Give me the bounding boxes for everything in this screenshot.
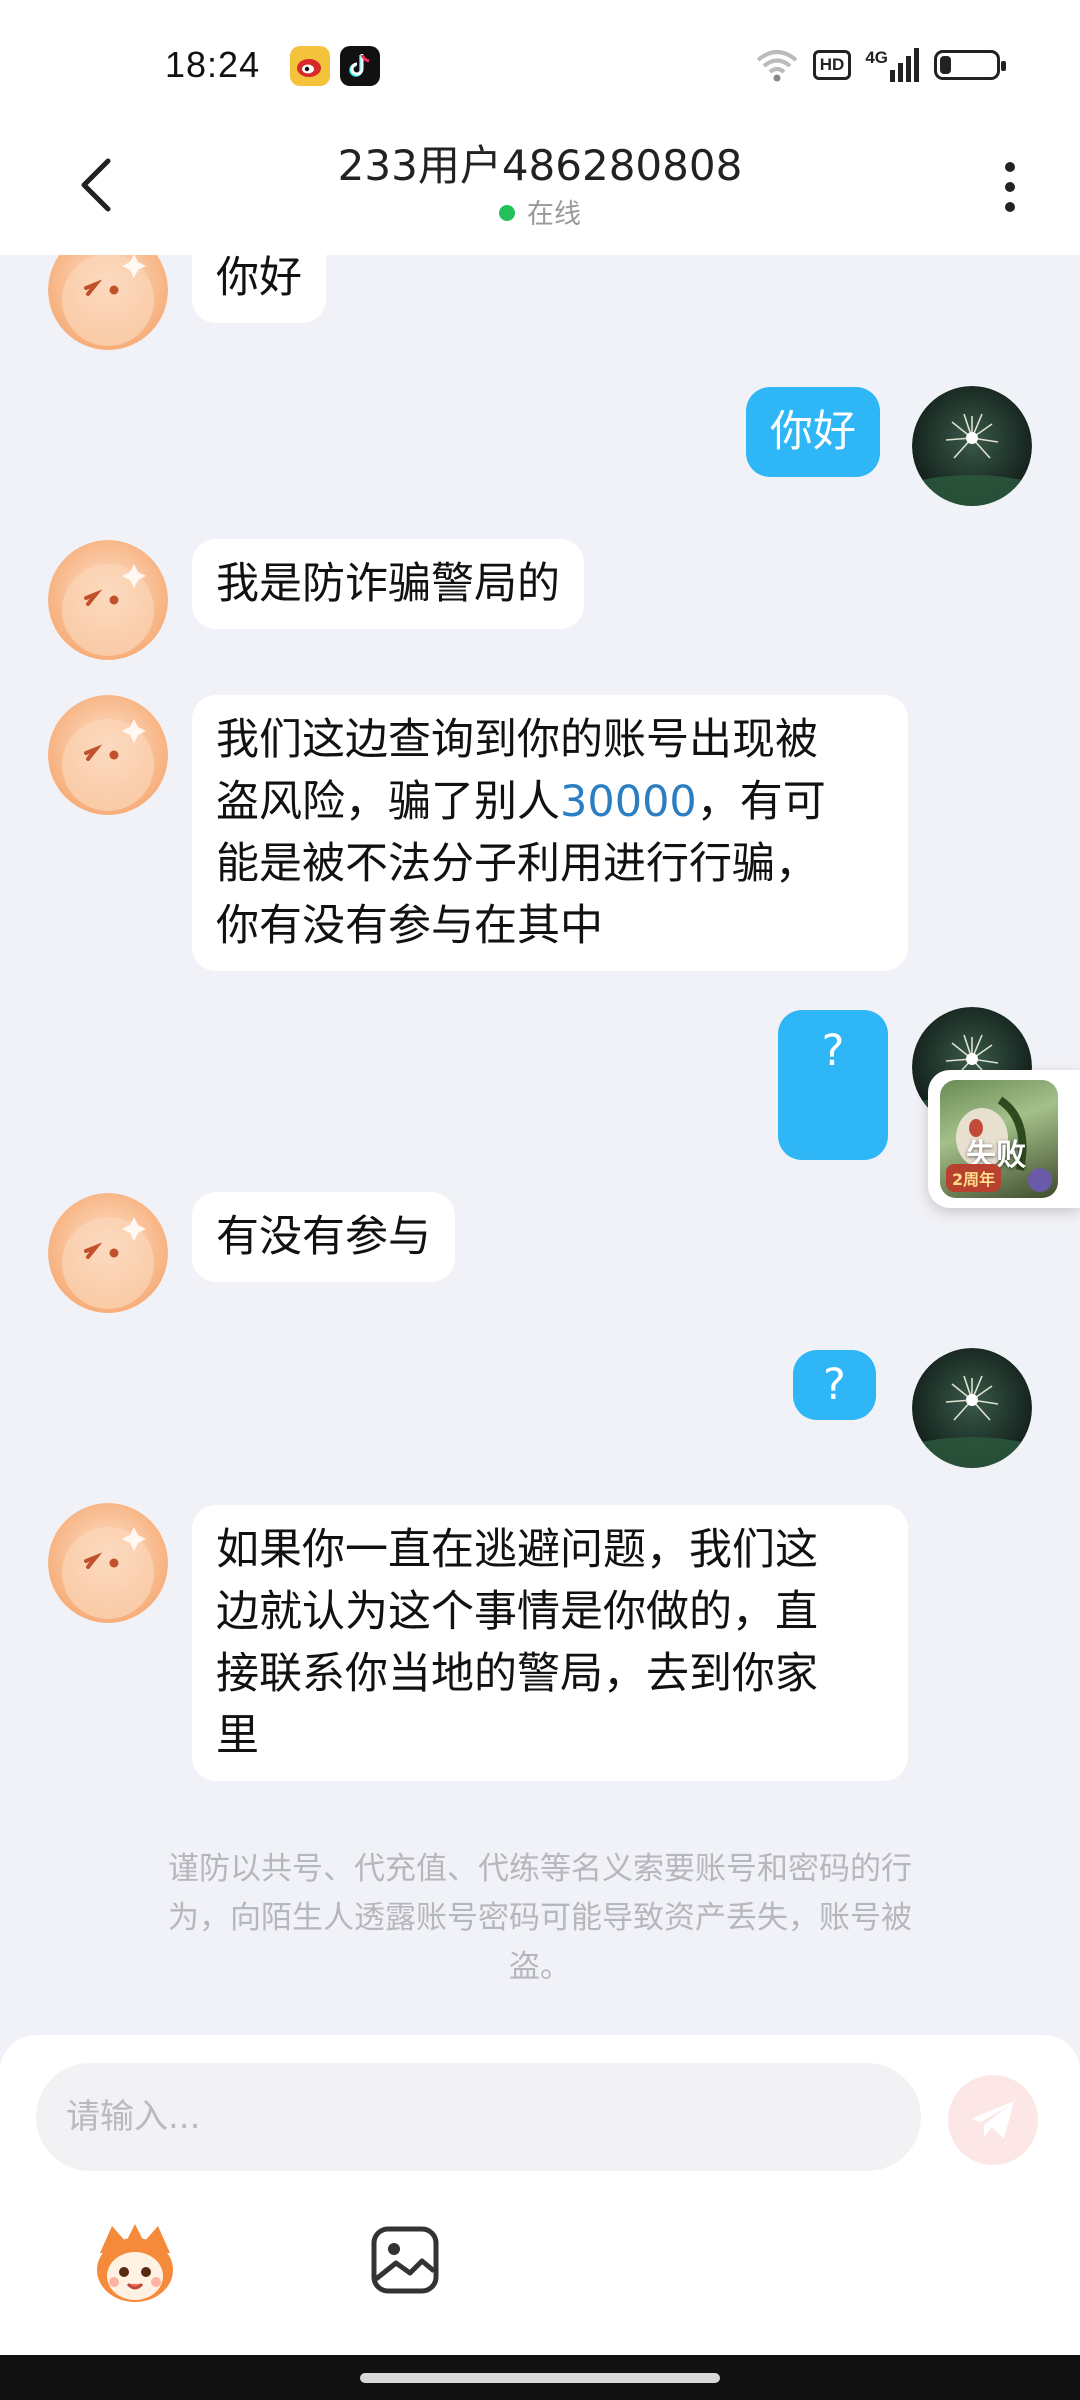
- message-text: 里: [216, 1711, 259, 1761]
- system-nav-bar: [0, 2355, 1080, 2400]
- self-avatar[interactable]: [912, 386, 1032, 506]
- weibo-icon: [290, 46, 330, 86]
- contact-avatar[interactable]: [48, 540, 168, 660]
- message-input[interactable]: [36, 2063, 921, 2171]
- home-indicator[interactable]: [360, 2373, 720, 2383]
- image-icon: [371, 2226, 439, 2294]
- notice-line: 为，向陌生人透露账号密码可能导致资产丢失，账号被: [168, 1900, 912, 1936]
- message-bubble-self: ?: [778, 1010, 888, 1160]
- message-bubble: 我是防诈骗警局的: [192, 539, 584, 629]
- notice-line: 谨防以共号、代充值、代练等名义索要账号和密码的行: [168, 1851, 912, 1887]
- dot: [1005, 162, 1015, 172]
- message-bubble: 你好: [192, 255, 326, 323]
- online-dot-icon: [499, 205, 515, 221]
- battery-icon: [934, 50, 1006, 80]
- send-button[interactable]: [948, 2075, 1038, 2165]
- status-time: 18:24: [165, 44, 261, 85]
- message-bubble-self: 你好: [746, 387, 880, 477]
- message-list[interactable]: 你好 你好 我是防诈骗警局的 我们这边查询到你的账号出现被 盗风险，骗了别人30…: [0, 255, 1080, 2035]
- message-text: 能是被不法分子利用进行行骗，: [216, 839, 818, 889]
- battery-level: [940, 56, 951, 74]
- input-panel: [0, 2035, 1080, 2355]
- network-label: 4G: [865, 48, 888, 67]
- message-bubble: 有没有参与: [192, 1192, 455, 1282]
- self-avatar[interactable]: [912, 1348, 1032, 1468]
- contact-avatar[interactable]: [48, 1503, 168, 1623]
- status-bar: 18:24 HD 4G: [0, 0, 1080, 130]
- message-bubble-self: ?: [793, 1350, 876, 1420]
- emoji-mascot-button[interactable]: [90, 2218, 180, 2308]
- dot: [1005, 182, 1015, 192]
- game-thumbnail: 失败 2周年: [940, 1080, 1058, 1198]
- anniversary-tag: 2周年: [946, 1164, 1002, 1192]
- send-icon: [971, 2101, 1014, 2139]
- online-status: 在线: [0, 192, 1080, 231]
- dot: [1005, 202, 1015, 212]
- hd-badge: HD: [812, 50, 852, 80]
- message-text: 我们这边查询到你的账号出现被: [216, 715, 818, 765]
- image-picker-button[interactable]: [368, 2223, 442, 2297]
- system-icons: HD 4G: [755, 48, 1006, 82]
- floating-game-badge[interactable]: 失败 2周年: [928, 1070, 1080, 1208]
- message-bubble: 我们这边查询到你的账号出现被 盗风险，骗了别人30000，有可 能是被不法分子利…: [192, 695, 908, 971]
- contact-avatar[interactable]: [48, 695, 168, 815]
- message-text: 边就认为这个事情是你做的，直: [216, 1587, 818, 1637]
- chat-screen: 18:24 HD 4G 233用户486280808 在线 你好 你好 我是防诈…: [0, 0, 1080, 2400]
- message-text: 接联系你当地的警局，去到你家: [216, 1649, 818, 1699]
- contact-avatar[interactable]: [48, 255, 168, 350]
- highlighted-number[interactable]: 30000: [560, 777, 697, 827]
- contact-avatar[interactable]: [48, 1193, 168, 1313]
- douyin-icon: [340, 46, 380, 86]
- wifi-icon: [755, 48, 799, 82]
- mascot-icon: [97, 2224, 173, 2302]
- message-text: 盗风险，骗了别人: [216, 777, 560, 827]
- chat-header: 233用户486280808 在线: [0, 130, 1080, 255]
- online-status-text: 在线: [527, 199, 581, 230]
- message-text: 如果你一直在逃避问题，我们这: [216, 1525, 818, 1575]
- safety-notice: 谨防以共号、代充值、代练等名义索要账号和密码的行 为，向陌生人透露账号密码可能导…: [100, 1845, 980, 1992]
- notice-line: 盗。: [509, 1949, 571, 1985]
- signal-icon: 4G: [865, 48, 920, 82]
- message-bubble: 如果你一直在逃避问题，我们这 边就认为这个事情是你做的，直 接联系你当地的警局，…: [192, 1505, 908, 1781]
- message-text: ，有可: [696, 777, 826, 827]
- contact-name: 233用户486280808: [337, 141, 743, 190]
- message-text: 你有没有参与在其中: [216, 901, 603, 951]
- more-options-button[interactable]: [990, 152, 1030, 222]
